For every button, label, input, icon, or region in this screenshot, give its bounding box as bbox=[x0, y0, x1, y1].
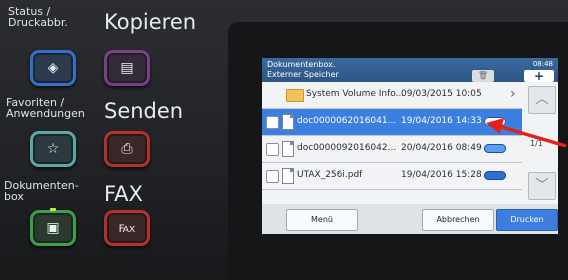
arrow-head bbox=[486, 118, 504, 134]
control-panel: Status / Druckabbr. Kopieren ◈ ▤ Favorit… bbox=[0, 0, 568, 280]
arrow-shaft bbox=[497, 124, 567, 148]
annotation-arrow bbox=[486, 118, 567, 148]
